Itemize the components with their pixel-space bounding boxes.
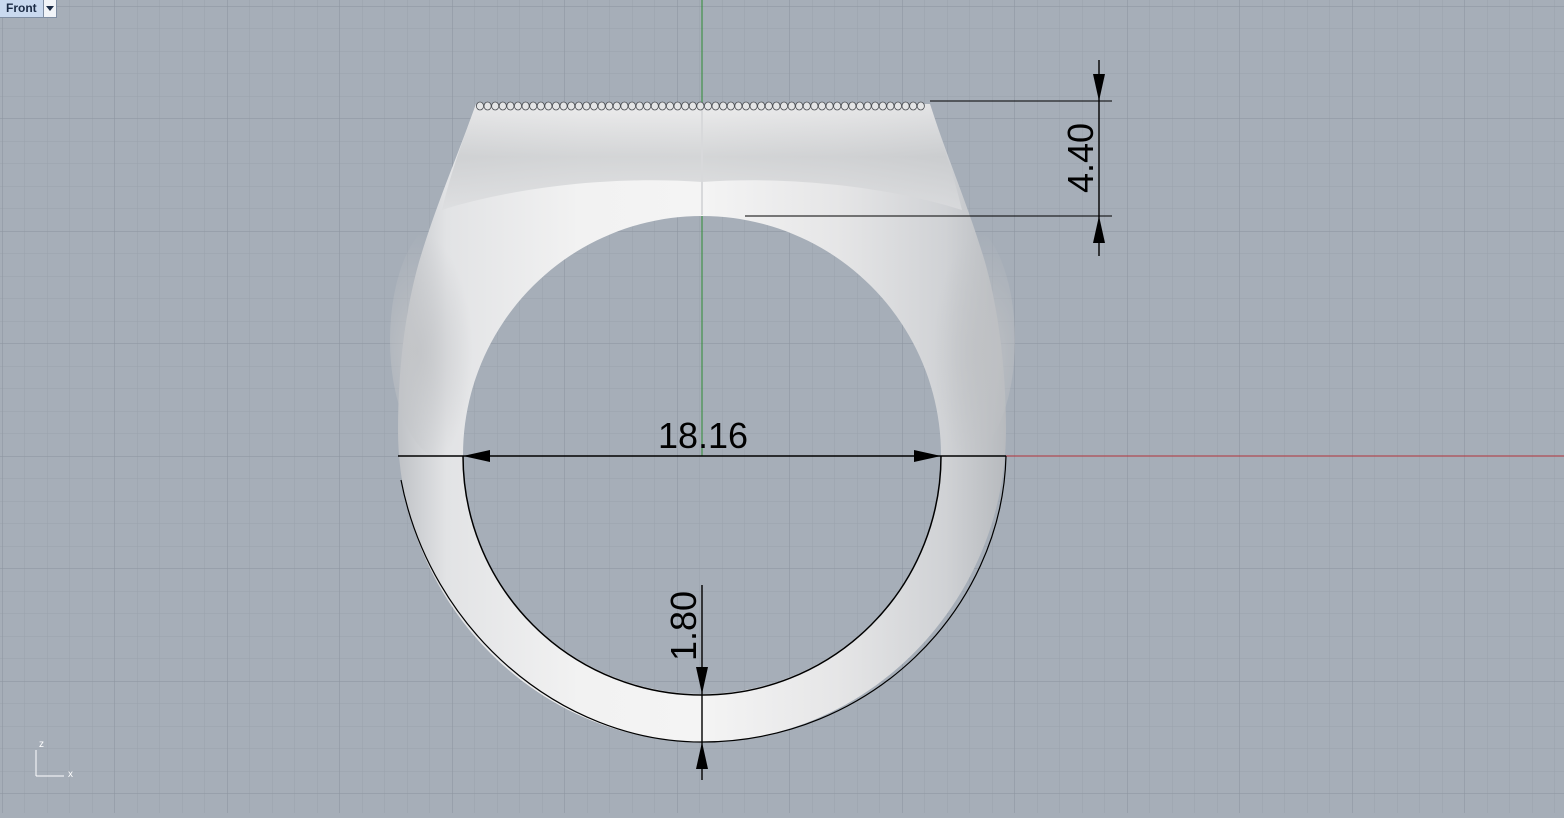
dimension-label-height: 4.40 <box>1060 123 1101 193</box>
milgrain-bead <box>590 101 599 111</box>
milgrain-bead <box>643 101 652 111</box>
right-shoulder-shade <box>905 220 1015 460</box>
viewport-title-tab[interactable]: Front <box>0 0 57 18</box>
dimension-label-thickness: 1.80 <box>663 591 704 661</box>
milgrain-bead <box>810 101 819 111</box>
left-shoulder-shade <box>390 220 500 460</box>
milgrain-bead <box>886 101 895 111</box>
milgrain-bead <box>726 101 735 111</box>
milgrain-bead <box>909 101 918 111</box>
milgrain-bead <box>605 101 614 111</box>
milgrain-bead <box>582 101 591 111</box>
milgrain-bead <box>612 101 621 111</box>
milgrain-bead <box>802 101 811 111</box>
milgrain-bead <box>734 101 743 111</box>
milgrain-bead <box>871 101 880 111</box>
milgrain-bead <box>856 101 865 111</box>
milgrain-bead <box>536 101 545 111</box>
front-viewport[interactable]: 18.16 4.40 1.80 z x Front <box>0 0 1564 813</box>
milgrain-bead <box>597 101 606 111</box>
milgrain-bead <box>787 101 796 111</box>
milgrain-edge <box>475 101 925 111</box>
chevron-down-icon[interactable] <box>42 0 56 17</box>
milgrain-bead <box>681 101 690 111</box>
milgrain-bead <box>628 101 637 111</box>
dimension-label-diameter: 18.16 <box>658 415 748 456</box>
milgrain-bead <box>863 101 872 111</box>
milgrain-bead <box>894 101 903 111</box>
milgrain-bead <box>529 101 538 111</box>
milgrain-bead <box>711 101 720 111</box>
milgrain-bead <box>848 101 857 111</box>
milgrain-bead <box>620 101 629 111</box>
milgrain-bead <box>650 101 659 111</box>
milgrain-bead <box>696 101 705 111</box>
milgrain-bead <box>878 101 887 111</box>
milgrain-bead <box>521 101 530 111</box>
milgrain-bead <box>840 101 849 111</box>
milgrain-bead <box>506 101 515 111</box>
milgrain-bead <box>833 101 842 111</box>
axis-widget-x-label: x <box>68 769 73 780</box>
milgrain-bead <box>514 101 523 111</box>
milgrain-bead <box>574 101 583 111</box>
milgrain-bead <box>757 101 766 111</box>
milgrain-bead <box>818 101 827 111</box>
milgrain-bead <box>901 101 910 111</box>
milgrain-bead <box>491 101 500 111</box>
axis-widget-z-label: z <box>39 739 44 750</box>
milgrain-bead <box>658 101 667 111</box>
milgrain-bead <box>635 101 644 111</box>
milgrain-bead <box>559 101 568 111</box>
milgrain-bead <box>749 101 758 111</box>
milgrain-bead <box>825 101 834 111</box>
milgrain-bead <box>742 101 751 111</box>
viewport-name[interactable]: Front <box>0 0 43 17</box>
milgrain-bead <box>780 101 789 111</box>
viewport-canvas[interactable]: 18.16 4.40 1.80 z x <box>0 0 1564 813</box>
milgrain-bead <box>666 101 675 111</box>
milgrain-bead <box>688 101 697 111</box>
milgrain-bead <box>544 101 553 111</box>
milgrain-bead <box>552 101 561 111</box>
milgrain-bead <box>673 101 682 111</box>
milgrain-bead <box>475 101 484 111</box>
milgrain-bead <box>764 101 773 111</box>
milgrain-bead <box>498 101 507 111</box>
milgrain-bead <box>772 101 781 111</box>
milgrain-bead <box>704 101 713 111</box>
milgrain-bead <box>483 101 492 111</box>
milgrain-bead <box>916 101 925 111</box>
milgrain-bead <box>795 101 804 111</box>
milgrain-bead <box>719 101 728 111</box>
milgrain-bead <box>567 101 576 111</box>
